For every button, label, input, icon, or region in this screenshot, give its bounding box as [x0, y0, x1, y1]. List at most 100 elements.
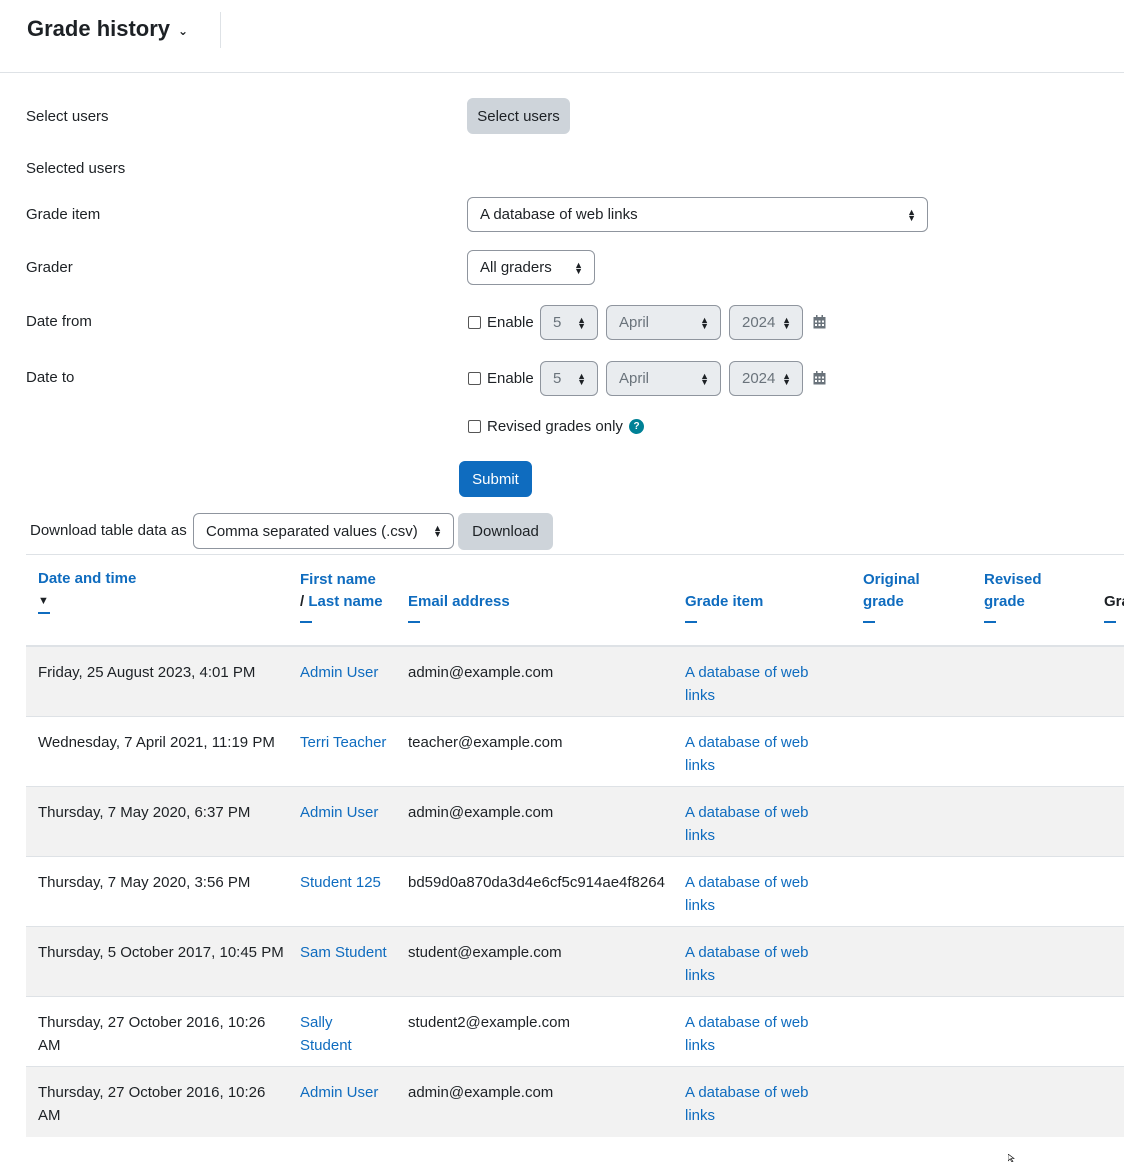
select-users-label: Select users	[26, 108, 109, 125]
date-from-month-select[interactable]: April ▲ ▼	[606, 305, 721, 340]
row-date: Wednesday, 7 April 2021, 11:19 PM	[38, 734, 275, 751]
table-row: Thursday, 27 October 2016, 10:26 AM Admi…	[26, 1067, 1124, 1137]
row-date: Thursday, 27 October 2016, 10:26 AM	[38, 1084, 266, 1124]
row-email: admin@example.com	[408, 804, 554, 821]
date-from-year-value: 2024	[742, 314, 776, 331]
table-row: Friday, 25 August 2023, 4:01 PM Admin Us…	[26, 647, 1124, 717]
date-from-enable-checkbox[interactable]	[468, 316, 481, 329]
column-header-revised-line1: Revised	[984, 571, 1042, 588]
select-arrows-icon: ▲ ▼	[577, 370, 586, 387]
collapse-column-icon[interactable]	[300, 621, 312, 623]
header-divider	[220, 12, 221, 48]
date-from-day-select[interactable]: 5 ▲ ▼	[540, 305, 598, 340]
date-from-enable-label: Enable	[487, 314, 534, 331]
row-date: Thursday, 5 October 2017, 10:45 PM	[38, 944, 284, 961]
row-date: Thursday, 7 May 2020, 3:56 PM	[38, 874, 251, 891]
collapse-column-icon[interactable]	[863, 621, 875, 623]
help-icon[interactable]: ?	[629, 419, 644, 434]
row-user-link[interactable]: Terri Teacher	[300, 731, 400, 754]
column-header-name: First name / Last name	[300, 569, 383, 623]
date-from-day-value: 5	[553, 314, 562, 331]
date-to-year-select[interactable]: 2024 ▲ ▼	[729, 361, 803, 396]
column-header-grade-item[interactable]: Grade item	[685, 591, 763, 623]
select-arrows-icon: ▲ ▼	[574, 259, 583, 276]
date-from-year-select[interactable]: 2024 ▲ ▼	[729, 305, 803, 340]
column-header-grade-partial-label: Gra	[1104, 593, 1124, 610]
calendar-icon[interactable]	[813, 315, 826, 329]
row-user-link[interactable]: Admin User	[300, 801, 400, 824]
row-email: admin@example.com	[408, 664, 554, 681]
column-header-email[interactable]: Email address	[408, 591, 510, 623]
select-arrows-icon: ▲ ▼	[577, 314, 586, 331]
grade-item-label: Grade item	[26, 206, 101, 223]
grader-select[interactable]: All graders ▲ ▼	[467, 250, 595, 285]
row-user-link[interactable]: Sam Student	[300, 941, 400, 964]
row-email: teacher@example.com	[408, 734, 563, 751]
grade-item-value: A database of web links	[480, 206, 638, 223]
select-arrows-icon: ▲ ▼	[907, 206, 916, 223]
grader-label: Grader	[26, 259, 73, 276]
column-header-last-name[interactable]: Last name	[308, 593, 382, 610]
download-format-value: Comma separated values (.csv)	[206, 522, 418, 540]
row-grade-item-link[interactable]: A database of web links	[685, 1081, 825, 1127]
column-header-email-label: Email address	[408, 593, 510, 610]
column-header-grade-item-label: Grade item	[685, 593, 764, 610]
collapse-column-icon[interactable]	[685, 621, 697, 623]
row-grade-item-link[interactable]: A database of web links	[685, 661, 825, 707]
page-title: Grade history	[27, 16, 171, 41]
submit-button[interactable]: Submit	[459, 461, 532, 497]
column-header-grade-partial[interactable]: Gra	[1104, 591, 1124, 623]
page-title-menu[interactable]: Grade history ⌄	[27, 16, 188, 42]
select-arrows-icon: ▲ ▼	[782, 314, 791, 331]
select-arrows-icon: ▲ ▼	[433, 523, 442, 539]
table-row: Thursday, 5 October 2017, 10:45 PM Sam S…	[26, 927, 1124, 997]
download-format-select[interactable]: Comma separated values (.csv) ▲ ▼	[193, 513, 454, 549]
row-grade-item-link[interactable]: A database of web links	[685, 871, 825, 917]
select-arrows-icon: ▲ ▼	[782, 370, 791, 387]
date-to-month-select[interactable]: April ▲ ▼	[606, 361, 721, 396]
revised-grades-checkbox[interactable]	[468, 420, 481, 433]
date-to-month-value: April	[619, 370, 650, 387]
row-email: bd59d0a870da3d4e6cf5c914ae4f8264	[408, 874, 665, 891]
collapse-column-icon[interactable]	[408, 621, 420, 623]
row-email: student2@example.com	[408, 1014, 570, 1031]
row-date: Thursday, 27 October 2016, 10:26 AM	[38, 1014, 266, 1054]
date-to-day-select[interactable]: 5 ▲ ▼	[540, 361, 598, 396]
revised-grades-label: Revised grades only	[487, 418, 623, 435]
collapse-column-icon[interactable]	[1104, 621, 1116, 623]
table-top-border	[26, 554, 1124, 555]
collapse-column-icon[interactable]	[984, 621, 996, 623]
table-row: Wednesday, 7 April 2021, 11:19 PM Terri …	[26, 717, 1124, 787]
collapse-column-icon[interactable]	[38, 612, 50, 614]
download-button[interactable]: Download	[458, 513, 553, 550]
select-users-button[interactable]: Select users	[467, 98, 570, 134]
column-header-revised-grade[interactable]: Revised grade	[984, 569, 1042, 623]
column-header-original-grade[interactable]: Original grade	[863, 569, 920, 623]
row-user-link[interactable]: Student 125	[300, 871, 400, 894]
mouse-cursor-icon	[1008, 1154, 1015, 1162]
row-user-link[interactable]: Admin User	[300, 1081, 400, 1104]
grade-item-select[interactable]: A database of web links ▲ ▼	[467, 197, 928, 232]
calendar-icon[interactable]	[813, 371, 826, 385]
row-grade-item-link[interactable]: A database of web links	[685, 731, 825, 777]
row-date: Thursday, 7 May 2020, 6:37 PM	[38, 804, 251, 821]
row-grade-item-link[interactable]: A database of web links	[685, 941, 825, 987]
row-user-link[interactable]: Sally Student	[300, 1011, 370, 1057]
column-header-first-name[interactable]: First name	[300, 571, 376, 588]
row-user-link[interactable]: Admin User	[300, 661, 400, 684]
row-grade-item-link[interactable]: A database of web links	[685, 801, 825, 847]
sort-desc-icon: ▼	[38, 595, 49, 607]
date-to-enable-checkbox[interactable]	[468, 372, 481, 385]
column-header-date-time[interactable]: Date and time ▼	[38, 568, 136, 614]
select-arrows-icon: ▲ ▼	[700, 314, 709, 331]
page-header: Grade history ⌄	[0, 0, 1124, 73]
row-grade-item-link[interactable]: A database of web links	[685, 1011, 825, 1057]
date-to-enable-label: Enable	[487, 370, 534, 387]
selected-users-label: Selected users	[26, 160, 126, 177]
table-row: Thursday, 7 May 2020, 6:37 PM Admin User…	[26, 787, 1124, 857]
table-row: Thursday, 27 October 2016, 10:26 AM Sall…	[26, 997, 1124, 1067]
table-row: Thursday, 7 May 2020, 3:56 PM Student 12…	[26, 857, 1124, 927]
chevron-down-icon: ⌄	[178, 24, 189, 38]
row-date: Friday, 25 August 2023, 4:01 PM	[38, 664, 256, 681]
date-to-day-value: 5	[553, 370, 562, 387]
